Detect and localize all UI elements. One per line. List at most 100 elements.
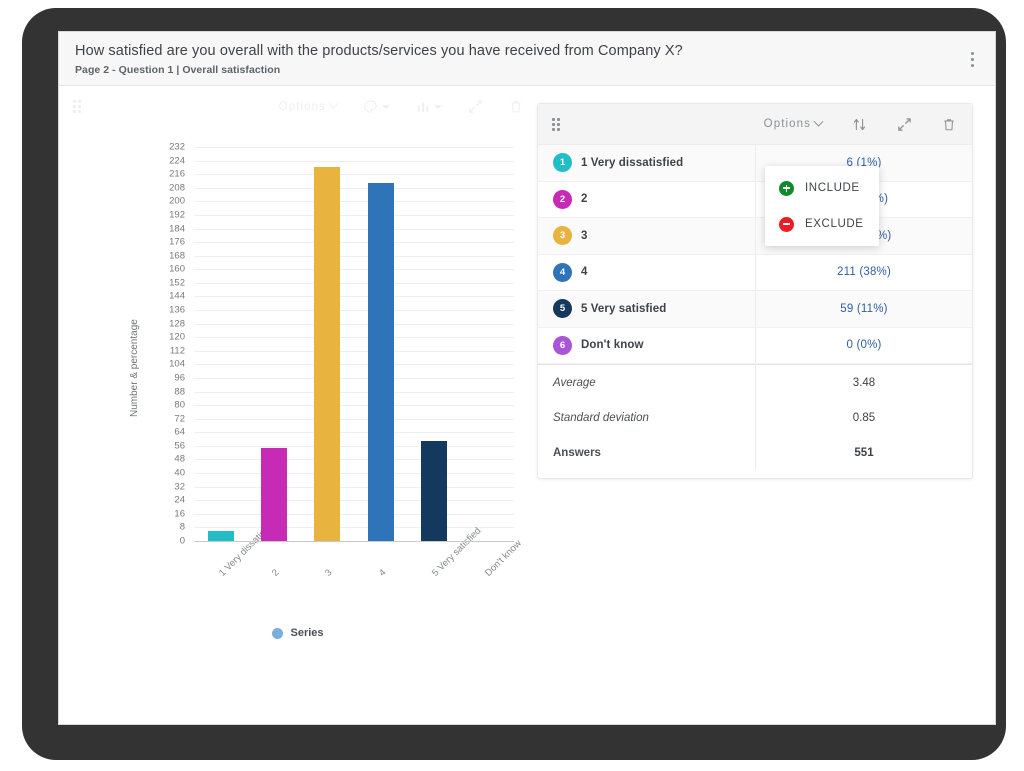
y-axis-tick-label: 32 [174,481,185,493]
y-axis-tick-label: 80 [174,399,185,411]
answer-value[interactable]: 0 (0%) [756,339,972,351]
device-frame: How satisfied are you overall with the p… [22,8,1006,760]
breadcrumb: Page 2 - Question 1 | Overall satisfacti… [75,64,281,76]
chart-delete-button[interactable] [509,99,523,114]
gridline [194,445,514,447]
gridline [194,337,514,339]
gridline [194,391,514,393]
gridline [194,269,514,271]
answer-badge: 5 [553,299,572,319]
table-cell-label: 33 [538,218,756,254]
gridline [194,296,514,298]
gridline [194,486,514,488]
menu-item-label: INCLUDE [805,182,860,194]
gridline [194,282,514,284]
gridline [194,147,514,148]
y-axis-tick-label: 88 [174,386,185,398]
include-plus-icon [779,180,794,196]
table-widget: Options 1 1 Very dissatisfied 6 (1%) 2 2… [537,103,973,479]
gridline [194,350,514,352]
gridline [194,405,514,407]
chart-expand-button[interactable] [468,99,483,114]
y-axis-tick-label: 192 [169,209,185,221]
y-axis-tick-label: 232 [169,141,185,153]
y-axis-tick-label: 24 [174,494,185,506]
legend-label: Series [290,627,324,639]
table-row[interactable]: 33220 (40%) [538,218,972,255]
chevron-down-icon [813,116,824,127]
table-expand-button[interactable] [897,117,912,132]
caret-down-icon [382,104,390,109]
y-axis-tick-label: 96 [174,372,185,384]
answer-value[interactable]: 59 (11%) [756,303,972,315]
stats-table: Average 3.48 Standard deviation 0.85 Answers… [538,365,972,470]
gridline [194,187,514,189]
stats-row: Standard deviation 0.85 [538,400,972,435]
chart-bar[interactable] [314,167,341,541]
y-axis-title: Number & percentage [129,319,140,417]
gridline [194,228,514,230]
stats-label: Average [538,365,756,400]
y-axis-tick-label: 56 [174,440,185,452]
x-axis-tick-label: 3 [323,567,335,579]
drag-handle-icon[interactable] [552,117,564,131]
gridline [194,255,514,257]
y-axis-tick-label: 216 [169,168,185,180]
table-row[interactable]: 2255 (10%) [538,181,972,218]
chart-bar[interactable] [421,440,447,541]
y-axis-tick-label: 160 [169,263,185,275]
table-delete-button[interactable] [942,117,956,132]
table-row[interactable]: 6 Don't know 0 (0%) [538,327,972,364]
caret-down-icon [434,104,442,109]
y-axis-tick-label: 168 [169,250,185,262]
stats-label: Answers [538,435,756,470]
bar-chart-icon [416,100,430,114]
answer-badge: 3 [553,226,572,246]
y-axis-tick-label: 0 [179,535,185,547]
content-area: Options Number & percentage 232 224 216 … [59,86,995,724]
chart-palette-button[interactable] [363,99,390,114]
table-cell-label: 44 [538,254,756,290]
table-sort-button[interactable] [852,117,867,132]
stats-value: 0.85 [852,411,876,424]
menu-item-exclude[interactable]: EXCLUDE [765,206,879,242]
drag-handle-icon[interactable] [73,100,85,113]
chart-options-button[interactable]: Options [279,98,339,113]
stats-value: 3.48 [852,376,876,389]
table-cell-label: 5 5 Very satisfied [538,291,756,327]
gridline [194,201,514,203]
gridline [194,160,514,162]
x-axis-tick-label: 4 [376,567,389,579]
table-cell-label: 22 [538,181,756,217]
table-cell-label: 6 Don't know [538,327,756,363]
y-axis-tick-label: 144 [169,290,185,302]
y-axis-tick-label: 184 [169,223,185,235]
chart-bar[interactable] [207,530,234,541]
table-row[interactable]: 4 4 211 (38%) [538,254,972,291]
chart-bar[interactable] [261,447,287,541]
stats-row: Answers 551 [538,435,972,470]
trash-icon [509,99,523,114]
answer-label: 3 [581,229,588,242]
expand-icon [897,117,912,132]
chevron-down-icon [328,98,339,109]
answer-badge: 6 [553,335,572,355]
menu-item-label: EXCLUDE [805,218,864,230]
sort-icon [852,117,867,132]
more-vertical-icon[interactable] [961,46,983,72]
gridline [194,310,514,312]
y-axis-tick-label: 8 [179,521,185,533]
y-axis-tick-label: 152 [169,277,185,289]
chart-type-button[interactable] [416,100,442,114]
y-axis-tick-label: 112 [169,345,185,357]
table-row[interactable]: 11 Very dissatisfied 6 (1%) [538,145,972,182]
answer-table: 11 Very dissatisfied6 (1%)2255 (10%)3322… [538,145,972,364]
chart-bar[interactable] [367,182,394,541]
table-row[interactable]: 5 5 Very satisfied 59 (11%) [538,291,972,328]
answer-badge: 1 [553,153,572,173]
table-options-button[interactable]: Options [764,116,824,130]
menu-item-include[interactable]: INCLUDE [765,170,879,206]
answer-value[interactable]: 211 (38%) [756,266,972,278]
chart-plot-area: Number & percentage 232 224 216 208 200 192 18… [59,127,537,682]
dot [970,51,974,55]
